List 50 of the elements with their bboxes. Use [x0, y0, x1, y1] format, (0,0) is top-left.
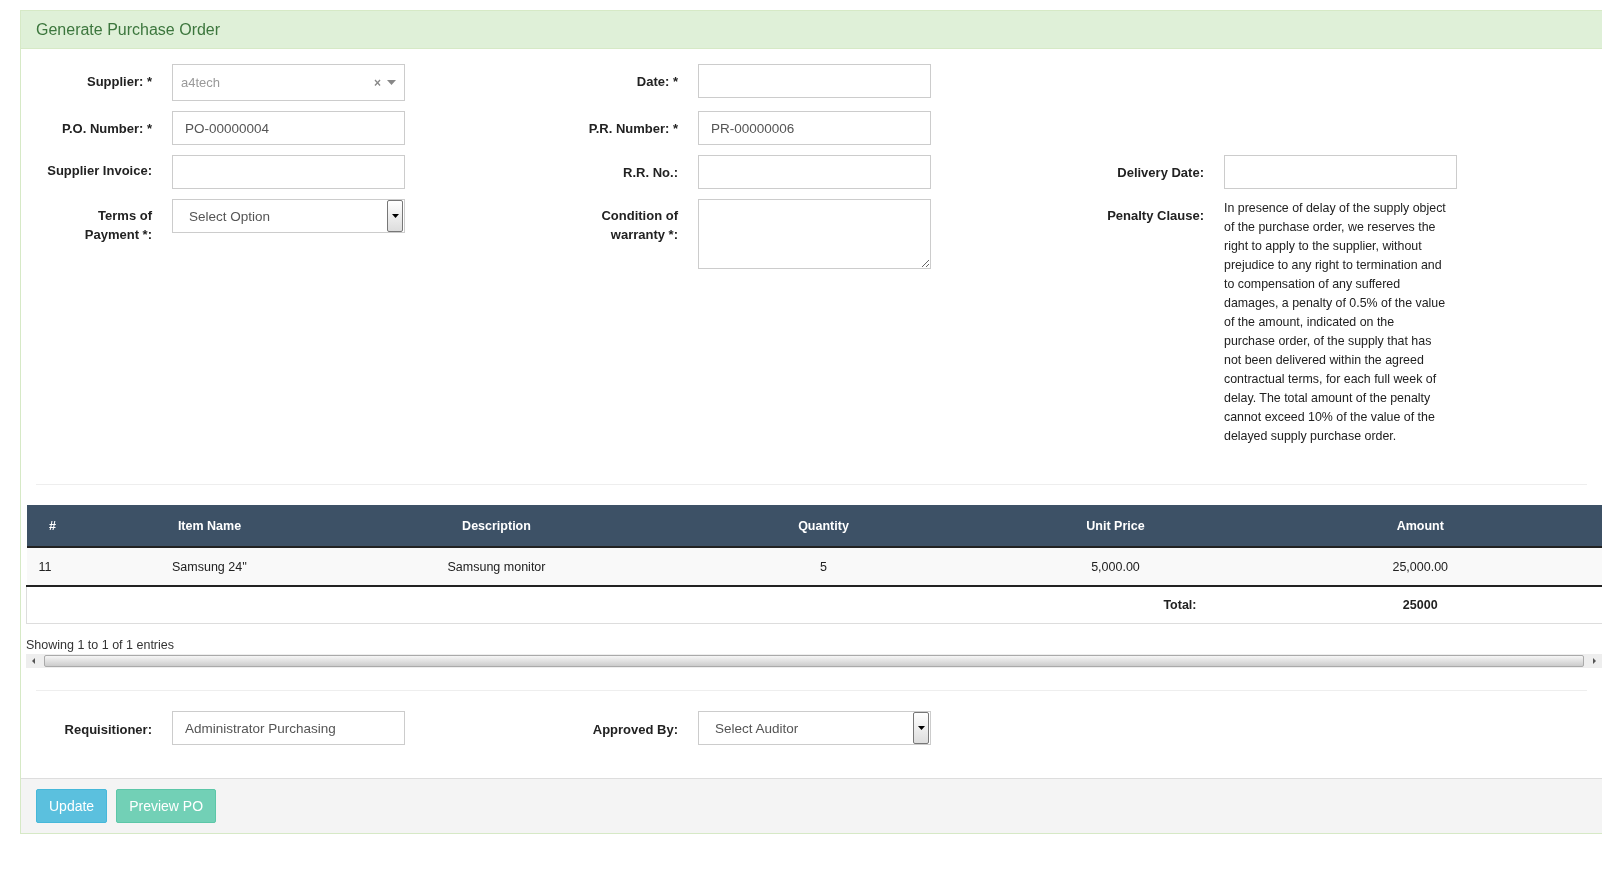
supplier-select[interactable]: a4tech × — [172, 64, 405, 101]
table-cell: 25,000.00 — [1236, 547, 1602, 586]
select-field[interactable]: Select Auditor — [698, 711, 931, 745]
field-label: Penalty Clause: — [1106, 207, 1204, 225]
input-field[interactable] — [172, 155, 405, 189]
input-field[interactable] — [698, 64, 931, 98]
field-label: Date: * — [635, 73, 678, 91]
field-label: Delivery Date: — [1116, 164, 1204, 182]
table-cell: Samsung 24'' — [78, 547, 341, 586]
field-label: Supplier: * — [86, 73, 152, 91]
field-label: P.R. Number: * — [587, 120, 678, 138]
input-field[interactable]: Administrator Purchasing — [172, 711, 405, 745]
penalty-clause-text: In presence of delay of the supply object of the purchase order, we reserves the right to apply to the supplier, without prejudice to any right to termination and to compensation of any suffered damages, a penalty of 0.5% of the value of the amount, indicated on the purchase order, of the supply that has not been delivered within the agreed contractual terms, for each full week of delay. The total amount of the penalty cannot exceed 10% of the value of the delayed supply purchase order. — [1224, 200, 1446, 445]
horizontal-scrollbar[interactable] — [26, 654, 1602, 668]
column-header[interactable]: Quantity — [652, 505, 995, 547]
field-label: Terms of Payment *: — [83, 207, 152, 244]
input-field[interactable]: PO-00000004 — [172, 111, 405, 145]
column-header[interactable]: Unit Price — [994, 505, 1237, 547]
input-field[interactable] — [1224, 155, 1457, 189]
column-header[interactable]: # — [26, 505, 79, 547]
clear-icon[interactable]: × — [374, 75, 381, 90]
table-cell: Samsung monitor — [340, 547, 653, 586]
caret-icon — [391, 214, 399, 218]
column-header[interactable]: Description — [340, 505, 653, 547]
scrollbar-thumb[interactable] — [44, 655, 1584, 667]
column-header[interactable]: Amount — [1236, 505, 1602, 547]
scroll-right-icon[interactable] — [1590, 657, 1598, 665]
total-value: 25000 — [1236, 586, 1602, 624]
table-cell: 11 — [26, 547, 79, 586]
total-label: Total: — [994, 586, 1237, 624]
field-label: Condition of warranty *: — [600, 207, 678, 244]
select-field[interactable]: Select Option — [172, 199, 405, 233]
input-field[interactable]: PR-00000006 — [698, 111, 931, 145]
scroll-left-icon[interactable] — [30, 657, 38, 665]
panel-title: Generate Purchase Order — [36, 21, 221, 38]
table-info: Showing 1 to 1 of 1 entries — [26, 638, 175, 652]
field-label: Requisitioner: — [63, 721, 152, 739]
table-cell: 5,000.00 — [994, 547, 1237, 586]
table-cell: 5 — [652, 547, 995, 586]
field-label: R.R. No.: — [622, 164, 678, 182]
dropdown-button[interactable] — [913, 712, 929, 744]
field-label: P.O. Number: * — [60, 120, 152, 138]
column-header[interactable]: Item Name — [78, 505, 341, 547]
field-label: Supplier Invoice: — [46, 162, 152, 180]
field-label: Approved By: — [591, 721, 678, 739]
input-field[interactable] — [698, 155, 931, 189]
text-area[interactable] — [698, 199, 931, 269]
dropdown-button[interactable] — [387, 200, 403, 232]
caret-icon — [917, 726, 925, 730]
caret-icon — [387, 80, 396, 85]
